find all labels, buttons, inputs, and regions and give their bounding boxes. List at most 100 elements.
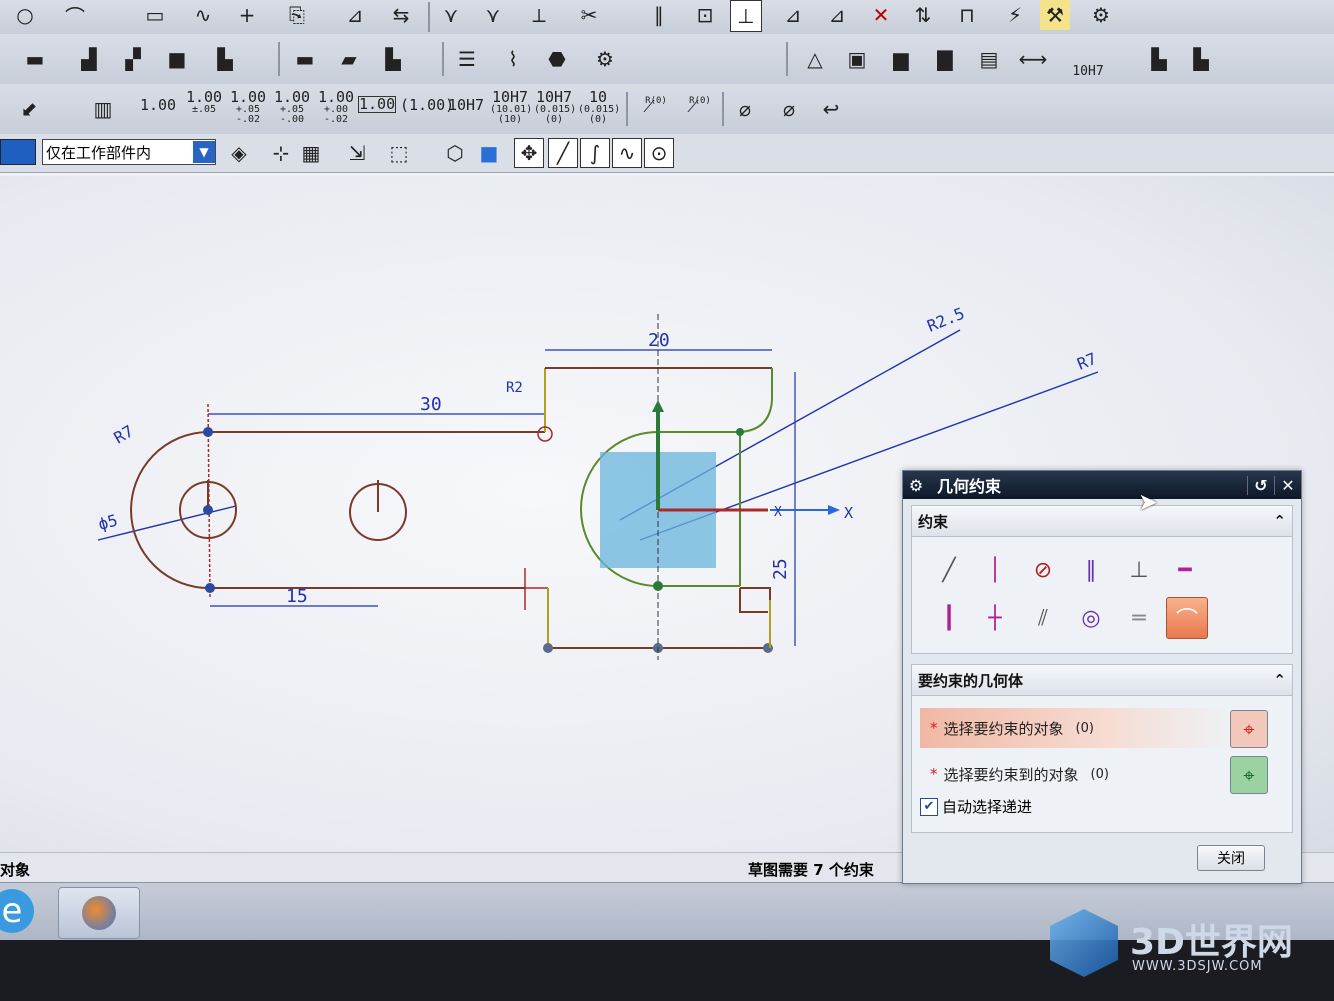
dim-style-6[interactable]: 1.00	[358, 96, 396, 113]
dim-r7b-label[interactable]: R7	[1074, 349, 1099, 374]
arc-icon[interactable]: ⌒	[60, 0, 90, 30]
undo-icon[interactable]: ↩	[816, 94, 846, 124]
chevron-up-icon[interactable]: ⌃	[1273, 512, 1286, 530]
measure-icon[interactable]: ⟷	[1018, 44, 1048, 74]
show-constraints-icon[interactable]: ⊿	[778, 0, 808, 30]
geometry-section-header[interactable]: 要约束的几何体 ⌃	[911, 664, 1293, 696]
perpendicular-icon[interactable]: ⊥	[1120, 551, 1158, 589]
dimension-frame-icon[interactable]: ▥	[88, 94, 118, 124]
spring-icon[interactable]: ⌇	[498, 44, 528, 74]
solid-icon[interactable]: ▙	[1144, 44, 1174, 74]
relations-icon[interactable]: ⚙	[1086, 0, 1116, 30]
select-color-icon[interactable]: ▦	[296, 138, 326, 168]
rect-select-icon[interactable]: ⬚	[384, 138, 414, 168]
collinear-icon[interactable]: ⫽	[1024, 599, 1062, 637]
offset-icon[interactable]: ⎘	[282, 0, 312, 30]
quick-trim-icon[interactable]: ✂	[574, 0, 604, 30]
dim-30-label[interactable]: 30	[420, 394, 442, 415]
circle-icon[interactable]: ○	[10, 0, 40, 30]
parallel-icon[interactable]: ∥	[644, 0, 674, 30]
diameter-icon[interactable]: ⌀	[730, 94, 760, 124]
coincident-icon[interactable]: ╱	[930, 551, 968, 589]
chamfer-icon[interactable]: ⋎	[478, 0, 508, 30]
select-move-icon[interactable]: ⇲	[342, 138, 372, 168]
monitor-icon[interactable]: ▣	[842, 44, 872, 74]
equal-radius-icon[interactable]: ⌒	[1166, 597, 1208, 639]
block-icon[interactable]: ▬	[20, 44, 50, 74]
boss-icon[interactable]: ▟	[74, 44, 104, 74]
mirror-icon[interactable]: ⇆	[386, 0, 416, 30]
constraints-section-header[interactable]: 约束 ⌃	[911, 505, 1293, 537]
remove-constraint-icon[interactable]: ✕	[866, 0, 896, 30]
book-icon[interactable]: ▤	[974, 44, 1004, 74]
extend-icon[interactable]: ⟂	[524, 0, 554, 30]
convert-ref-icon[interactable]: ⊓	[952, 0, 982, 30]
select-object-row[interactable]: * 选择要约束的对象 (0)	[920, 708, 1230, 748]
rib-icon[interactable]: ▰	[334, 44, 364, 74]
trim-icon[interactable]: ⊿	[340, 0, 370, 30]
triangle-icon[interactable]: △	[800, 44, 830, 74]
dim-style-5[interactable]: 1.00 +.00 -.02	[316, 90, 356, 125]
groove-icon[interactable]: ▬	[290, 44, 320, 74]
equal-length-icon[interactable]: ═	[1120, 599, 1158, 637]
dim-r2-label[interactable]: R2	[506, 380, 523, 396]
auto-constrain-icon[interactable]: ⊿	[822, 0, 852, 30]
dim-style-7[interactable]: (1.00)	[400, 98, 454, 113]
point-icon[interactable]: +	[232, 0, 262, 30]
feature-icon[interactable]: ◈	[224, 138, 254, 168]
parallel-icon[interactable]: ∥	[1072, 551, 1110, 589]
dim-style-1[interactable]: 1.00	[138, 98, 178, 113]
type-filter-dropdown[interactable]	[0, 139, 36, 165]
diameter2-icon[interactable]: ⌀	[774, 94, 804, 124]
dim-style-2[interactable]: 1.00 ±.05	[184, 90, 224, 115]
pocket-icon[interactable]: ■	[162, 44, 192, 74]
snap-point-icon[interactable]: ⊹	[266, 138, 296, 168]
dim-15-label[interactable]: 15	[286, 586, 308, 607]
close-icon[interactable]: ✕	[1274, 475, 1301, 495]
dim-r7-label[interactable]: R7	[111, 421, 137, 447]
emboss-icon[interactable]: ▙	[378, 44, 408, 74]
snap-center-icon[interactable]: ⊙	[644, 138, 674, 168]
fillet-icon[interactable]: ⋎	[436, 0, 466, 30]
scope-filter-dropdown[interactable]: 仅在工作部件内 ▼	[42, 139, 216, 165]
slot-icon[interactable]: ▙	[210, 44, 240, 74]
dim-style-10[interactable]: 10H7 (0.015) (0)	[534, 90, 576, 125]
select-target-crosshair-icon[interactable]: ⌖	[1230, 756, 1268, 794]
gear-icon[interactable]: ⚙	[590, 44, 620, 74]
dim-style-9[interactable]: 10H7 (10.01) (10)	[490, 90, 532, 125]
horizontal-icon[interactable]: ━	[1166, 551, 1204, 589]
reset-icon[interactable]: ↺	[1247, 475, 1274, 495]
assembly-icon[interactable]: ▇	[930, 44, 960, 74]
tolerance-label[interactable]: 10H7	[1068, 64, 1108, 79]
dim-25-label[interactable]: 25	[770, 558, 791, 580]
chevron-down-icon[interactable]: ▼	[193, 141, 215, 163]
gear-icon[interactable]: ⚙	[903, 476, 929, 495]
solid2-icon[interactable]: ▙	[1186, 44, 1216, 74]
part-icon[interactable]: ▆	[886, 44, 916, 74]
point-on-curve-icon[interactable]: │	[976, 551, 1014, 589]
dim-style-11[interactable]: 10 (0.015) (0)	[578, 90, 620, 125]
spline-icon[interactable]: ∿	[188, 0, 218, 30]
auto-progress-checkbox[interactable]: ✔	[920, 797, 938, 816]
dim-phi-label[interactable]: ϕ5	[96, 511, 120, 534]
snap-spline-icon[interactable]: ∿	[612, 138, 642, 168]
concentric-icon[interactable]: ◎	[1072, 599, 1110, 637]
solid-body-icon[interactable]: ■	[474, 138, 504, 168]
animate-dim-icon[interactable]: ⇅	[908, 0, 938, 30]
dim-style-3[interactable]: 1.00 +.05 -.02	[228, 90, 268, 125]
midpoint-icon[interactable]: ┼	[976, 599, 1014, 637]
select-target-row[interactable]: * 选择要约束到的对象 (0)	[920, 754, 1230, 794]
wire-body-icon[interactable]: ⬡	[440, 138, 470, 168]
close-button[interactable]: 关闭	[1197, 845, 1265, 871]
snap-curve-icon[interactable]: ∫	[580, 138, 610, 168]
pad-icon[interactable]: ▞	[118, 44, 148, 74]
dim-r25-label[interactable]: R2.5	[924, 304, 967, 336]
select-object-crosshair-icon[interactable]: ⌖	[1230, 710, 1268, 748]
browser-icon[interactable]: e	[0, 889, 34, 933]
vertical-icon[interactable]: ┃	[930, 599, 968, 637]
snap-line-icon[interactable]: ╱	[548, 138, 578, 168]
rectangle-icon[interactable]: ▭	[140, 0, 170, 30]
dim-20-label[interactable]: 20	[648, 330, 670, 351]
sketch-plane-icon[interactable]: ⬋	[14, 94, 44, 124]
alternate-solution-icon[interactable]: ⚡	[1000, 0, 1030, 30]
